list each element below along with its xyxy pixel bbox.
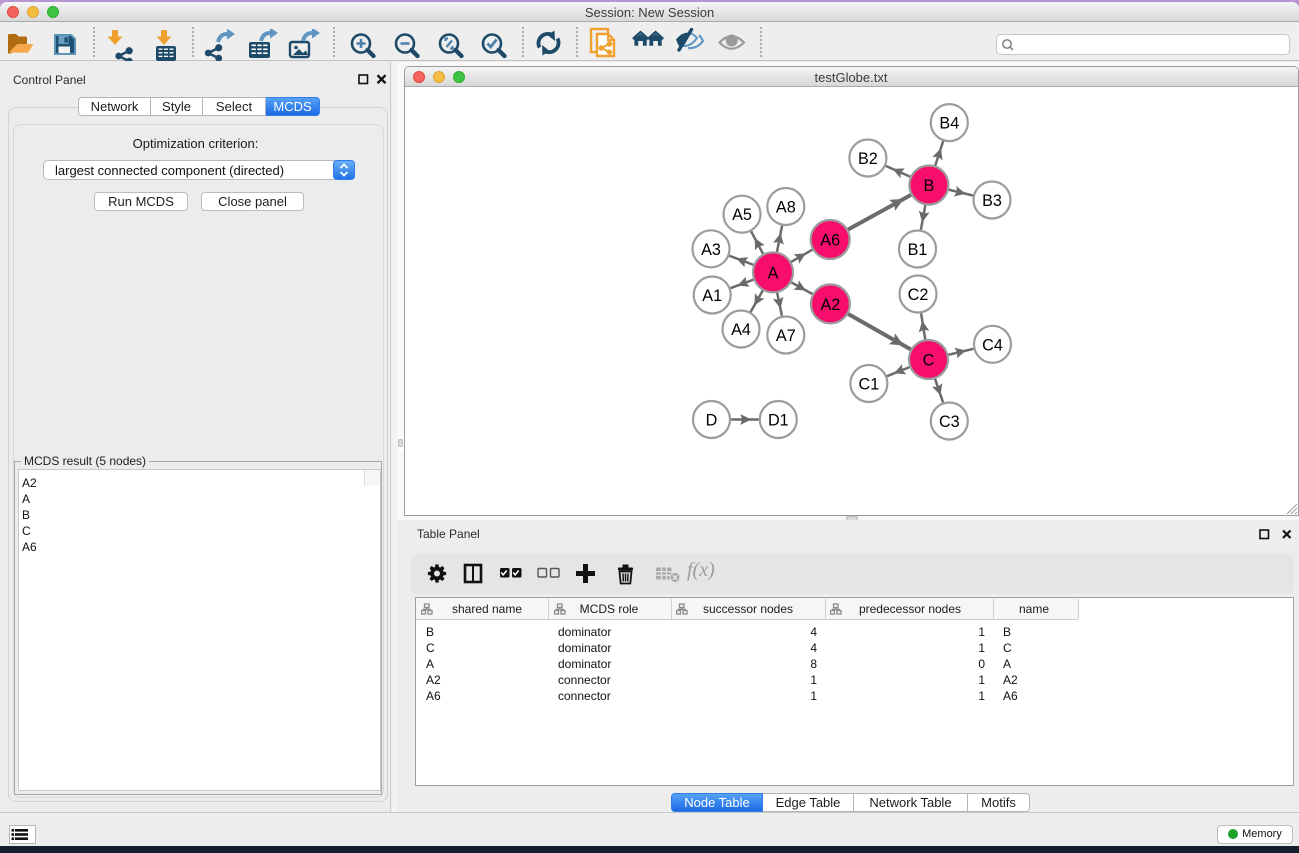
- svg-text:B3: B3: [982, 192, 1002, 210]
- svg-text:A3: A3: [701, 241, 721, 259]
- svg-text:B1: B1: [907, 241, 927, 259]
- svg-text:B: B: [923, 177, 934, 195]
- svg-text:C1: C1: [858, 376, 879, 394]
- svg-text:D: D: [705, 412, 717, 430]
- svg-text:C4: C4: [982, 336, 1003, 354]
- svg-text:A2: A2: [820, 296, 840, 314]
- svg-text:D1: D1: [767, 412, 788, 430]
- svg-text:A8: A8: [775, 199, 795, 217]
- svg-text:B2: B2: [857, 150, 877, 168]
- svg-text:A6: A6: [820, 232, 840, 250]
- svg-text:B4: B4: [939, 115, 959, 133]
- svg-text:C3: C3: [938, 413, 959, 431]
- svg-text:C2: C2: [907, 286, 928, 304]
- svg-text:A1: A1: [702, 287, 722, 305]
- svg-text:A4: A4: [731, 321, 751, 339]
- svg-text:A: A: [767, 264, 778, 282]
- svg-text:A5: A5: [732, 206, 752, 224]
- svg-text:A7: A7: [775, 327, 795, 345]
- svg-text:C: C: [922, 352, 934, 370]
